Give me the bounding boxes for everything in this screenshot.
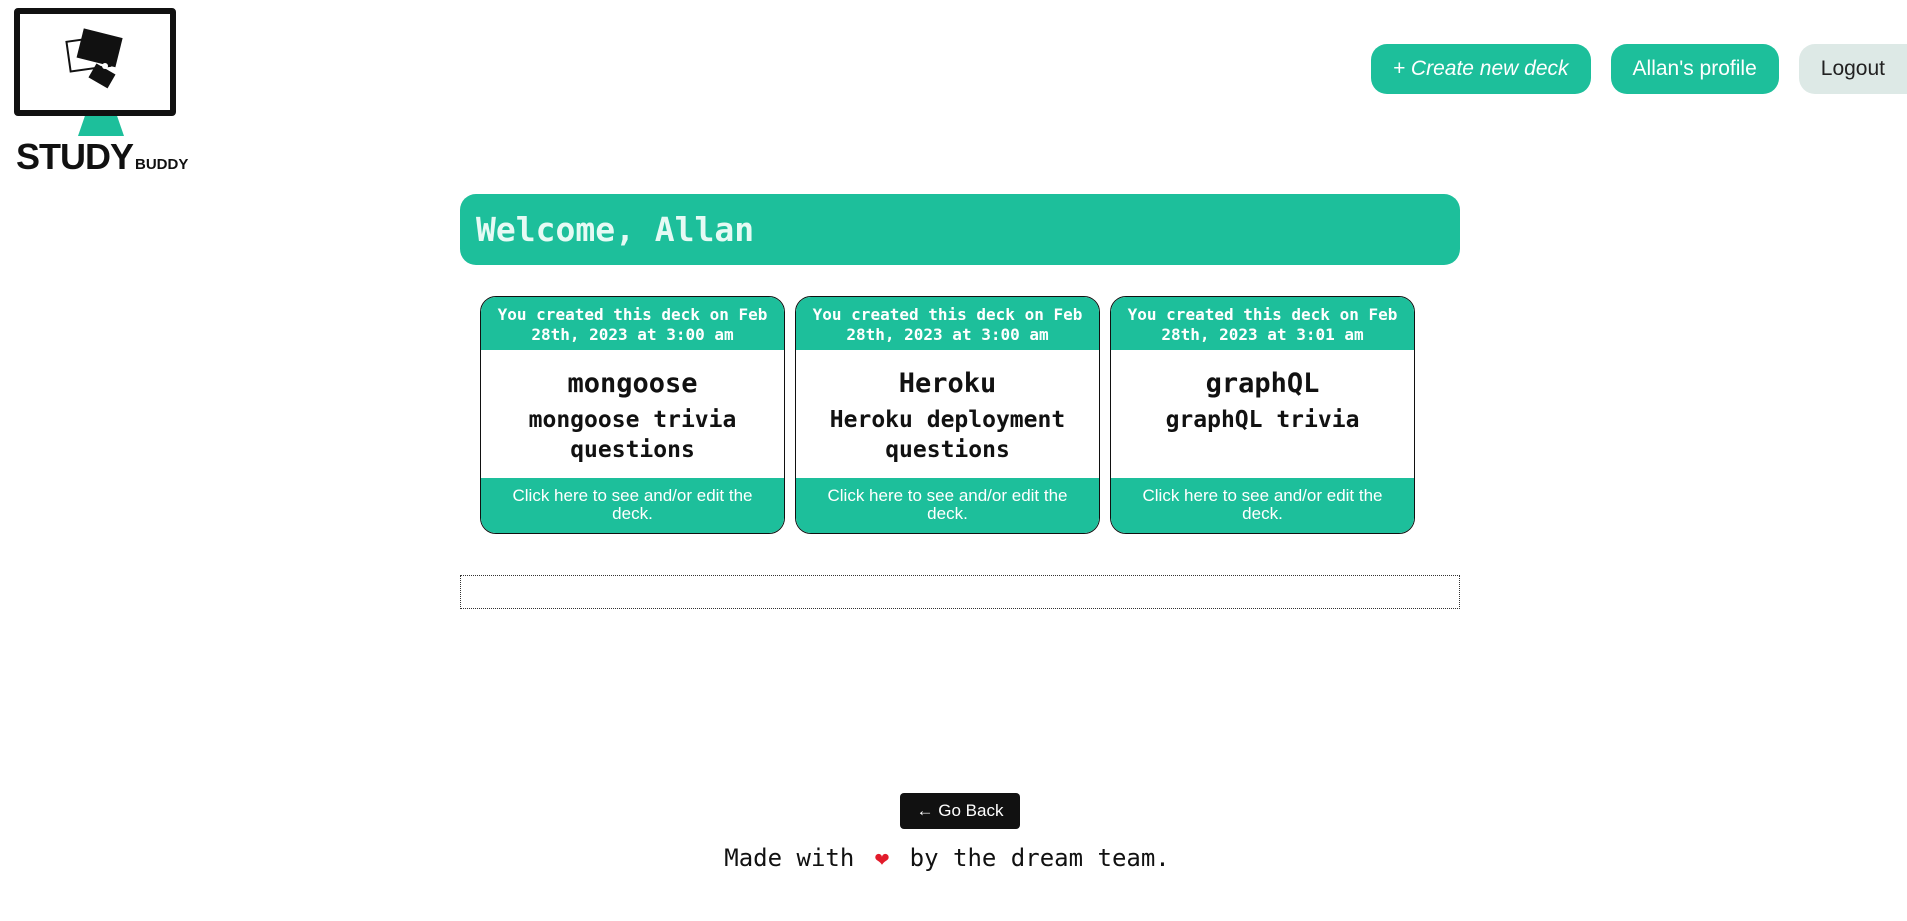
deck-title: Heroku: [898, 368, 997, 399]
brand-sub: BUDDY: [135, 156, 189, 173]
deck-edit-link[interactable]: Click here to see and/or edit the deck.: [796, 478, 1099, 533]
studybuddy-logo[interactable]: STUDY BUDDY: [12, 6, 202, 178]
deck-created-date: You created this deck on Feb 28th, 2023 …: [481, 297, 784, 350]
footer-text-after: by the dream team.: [909, 844, 1170, 872]
empty-dotted-container: [460, 575, 1460, 609]
monitor-icon: [14, 8, 176, 116]
deck-list: You created this deck on Feb 28th, 2023 …: [480, 296, 1415, 534]
deck-description: Heroku deployment questions: [829, 407, 1066, 463]
footer: Made with ❤ by the dream team.: [0, 844, 1907, 872]
deck-created-date: You created this deck on Feb 28th, 2023 …: [796, 297, 1099, 350]
profile-button[interactable]: Allan's profile: [1610, 44, 1779, 94]
deck-body: mongoose mongoose trivia questions: [481, 350, 784, 478]
go-back-button[interactable]: ← Go Back: [900, 793, 1020, 829]
deck-edit-link[interactable]: Click here to see and/or edit the deck.: [481, 478, 784, 533]
heart-icon: ❤: [874, 844, 890, 872]
top-nav: + Create new deck Allan's profile Logout: [1370, 44, 1907, 94]
deck-title: graphQL: [1205, 368, 1320, 399]
logout-button[interactable]: Logout: [1798, 44, 1907, 94]
deck-body: graphQL graphQL trivia: [1111, 350, 1414, 478]
create-deck-button[interactable]: + Create new deck: [1370, 44, 1591, 94]
deck-description: graphQL trivia: [1165, 407, 1360, 433]
deck-description: mongoose trivia questions: [528, 407, 737, 463]
brand-name: STUDY: [16, 136, 134, 177]
footer-text-before: Made with: [724, 844, 855, 872]
deck-card[interactable]: You created this deck on Feb 28th, 2023 …: [480, 296, 785, 534]
deck-edit-link[interactable]: Click here to see and/or edit the deck.: [1111, 478, 1414, 533]
deck-card[interactable]: You created this deck on Feb 28th, 2023 …: [1110, 296, 1415, 534]
welcome-banner: Welcome, Allan: [460, 194, 1460, 265]
monitor-stand: [78, 116, 124, 136]
deck-card[interactable]: You created this deck on Feb 28th, 2023 …: [795, 296, 1100, 534]
deck-title: mongoose: [567, 368, 698, 399]
deck-body: Heroku Heroku deployment questions: [796, 350, 1099, 478]
brand-wordmark: STUDY BUDDY: [16, 136, 188, 178]
deck-created-date: You created this deck on Feb 28th, 2023 …: [1111, 297, 1414, 350]
flashcards-icon: [65, 28, 123, 89]
